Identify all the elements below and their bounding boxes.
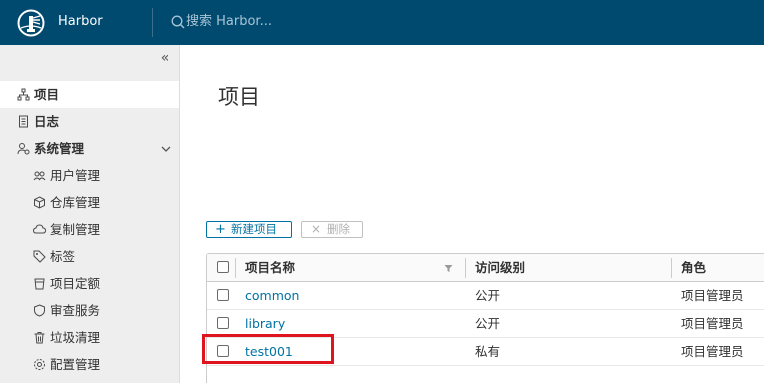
role: 项目管理员	[681, 316, 744, 331]
highlight-box	[202, 334, 334, 364]
harbor-logo-icon[interactable]	[17, 9, 45, 37]
sidebar-item-label: 项目	[34, 87, 60, 102]
sidebar-item-label: 系统管理	[34, 141, 85, 156]
sidebar-item-label: 日志	[34, 114, 60, 129]
sidebar-item-users[interactable]: 用户管理	[0, 162, 179, 189]
filter-icon[interactable]	[444, 264, 453, 273]
quotas-icon	[34, 278, 45, 290]
search-input[interactable]: 搜索 Harbor...	[186, 14, 272, 30]
sidebar-item-interrogation[interactable]: 审查服务	[0, 297, 179, 324]
sidebar-item-logs[interactable]: 日志	[0, 108, 179, 135]
new-project-label: 新建项目	[231, 222, 277, 236]
plus-icon: +	[215, 222, 226, 237]
tag-icon	[33, 250, 46, 263]
sidebar-item-registries[interactable]: 仓库管理	[0, 189, 179, 216]
new-project-button[interactable]: + 新建项目	[206, 221, 292, 238]
row-checkbox[interactable]	[217, 289, 229, 301]
delete-button[interactable]: × 删除	[301, 221, 363, 238]
chevron-down-icon[interactable]	[160, 143, 172, 155]
access-level: 公开	[475, 316, 501, 331]
users-icon	[33, 171, 46, 181]
sidebar-item-label: 垃圾清理	[50, 330, 101, 345]
column-header-name[interactable]: 项目名称	[245, 260, 295, 276]
row-checkbox[interactable]	[217, 317, 229, 329]
column-divider[interactable]	[465, 258, 466, 278]
project-name-link[interactable]: library	[245, 316, 285, 332]
column-divider	[235, 258, 236, 278]
sidebar-item-label: 配置管理	[50, 357, 101, 372]
delete-label: 删除	[327, 222, 350, 236]
close-icon: ×	[311, 222, 322, 236]
page-title: 项目	[218, 85, 260, 109]
trash-icon	[34, 332, 45, 344]
sidebar-item-label: 项目定额	[50, 276, 101, 291]
app-title[interactable]: Harbor	[58, 14, 103, 30]
sidebar-item-config[interactable]: 配置管理	[0, 351, 179, 378]
sidebar-item-replication[interactable]: 复制管理	[0, 216, 179, 243]
column-header-access[interactable]: 访问级别	[475, 260, 525, 276]
sidebar-item-label: 仓库管理	[50, 195, 101, 210]
header-divider	[152, 8, 153, 37]
shield-icon	[34, 304, 45, 317]
access-level: 公开	[475, 288, 501, 303]
sidebar-item-label: 标签	[50, 249, 76, 264]
global-search[interactable]: 搜索 Harbor...	[171, 12, 371, 32]
table-row[interactable]: common 公开 项目管理员	[207, 282, 764, 310]
admin-icon	[17, 143, 30, 155]
role: 项目管理员	[681, 288, 744, 303]
sidebar-item-admin[interactable]: 系统管理	[0, 135, 179, 162]
projects-icon	[17, 88, 30, 101]
project-name-link[interactable]: common	[245, 288, 299, 304]
sidebar: « 项目 日志 系统管理 用户管理 仓库管理 复制管理 标签 项目定额 审查服务…	[0, 45, 180, 383]
sidebar-item-quotas[interactable]: 项目定额	[0, 270, 179, 297]
search-icon	[171, 15, 185, 29]
sidebar-item-label: 复制管理	[50, 222, 101, 237]
select-all-checkbox[interactable]	[217, 261, 229, 273]
role: 项目管理员	[681, 344, 744, 359]
gear-icon	[34, 359, 45, 370]
sidebar-item-projects[interactable]: 项目	[0, 81, 179, 108]
sidebar-item-label: 审查服务	[50, 303, 101, 318]
collapse-sidebar-button[interactable]: «	[157, 50, 173, 66]
sidebar-item-label: 用户管理	[50, 168, 101, 183]
logs-icon	[19, 115, 28, 128]
replication-icon	[33, 224, 46, 234]
sidebar-item-labels[interactable]: 标签	[0, 243, 179, 270]
column-header-role[interactable]: 角色	[681, 260, 706, 276]
access-level: 私有	[475, 344, 501, 359]
table-header: 项目名称 访问级别 角色	[207, 254, 764, 282]
top-nav: Harbor 搜索 Harbor...	[0, 0, 764, 45]
registries-icon	[34, 196, 45, 209]
column-divider[interactable]	[671, 258, 672, 278]
sidebar-item-gc[interactable]: 垃圾清理	[0, 324, 179, 351]
